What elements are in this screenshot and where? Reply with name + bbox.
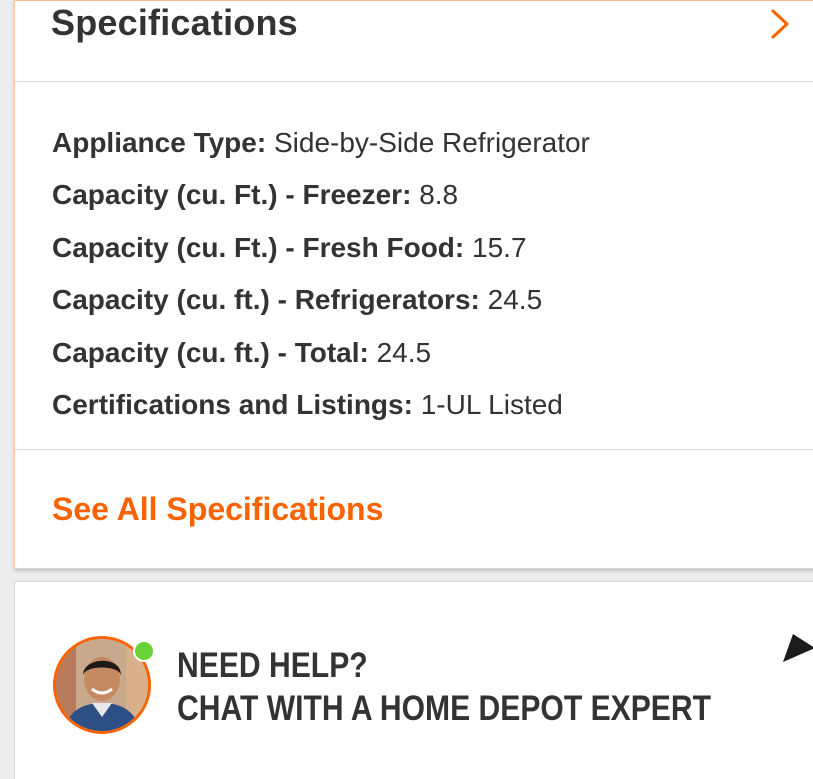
specifications-header[interactable]: Specifications [15,1,813,82]
help-subtitle: CHAT WITH A HOME DEPOT EXPERT [177,689,712,728]
spec-value: 24.5 [376,336,432,368]
specifications-title: Specifications [51,2,298,43]
spec-row-capacity-fresh-food: Capacity (cu. Ft.) - Fresh Food: 15.7 [52,227,590,279]
chat-help-card[interactable]: NEED HELP? CHAT WITH A HOME DEPOT EXPERT [14,581,813,779]
help-title: NEED HELP? [177,646,368,685]
spec-label: Appliance Type: [52,127,267,158]
spec-label: Capacity (cu. Ft.) - Freezer: [52,179,412,211]
arrow-icon [783,634,813,662]
spec-value: 24.5 [487,284,543,316]
chevron-right-icon[interactable] [767,7,793,41]
spec-row-certifications: Certifications and Listings: 1-UL Listed [52,384,590,436]
spec-value: 15.7 [472,231,527,263]
spec-row-capacity-refrigerators: Capacity (cu. ft.) - Refrigerators: 24.5 [52,279,590,331]
spec-value: 8.8 [419,179,459,211]
page: Specifications Appliance Type: Side-by-S… [0,0,813,779]
spec-label: Capacity (cu. ft.) - Total: [52,336,369,368]
spec-row-capacity-total: Capacity (cu. ft.) - Total: 24.5 [52,332,590,384]
spec-row-capacity-freezer: Capacity (cu. Ft.) - Freezer: 8.8 [52,174,590,226]
divider [15,449,813,450]
specifications-card: Specifications Appliance Type: Side-by-S… [14,0,813,569]
specifications-list: Appliance Type: Side-by-Side Refrigerato… [52,122,590,436]
online-status-icon [133,640,155,662]
spec-label: Capacity (cu. Ft.) - Fresh Food: [52,231,465,263]
spec-value: 1-UL Listed [420,388,563,420]
spec-label: Certifications and Listings: [52,388,413,420]
spec-row-appliance-type: Appliance Type: Side-by-Side Refrigerato… [52,122,590,174]
see-all-specifications-link[interactable]: See All Specifications [52,491,383,528]
spec-value: Side-by-Side Refrigerator [273,127,590,158]
spec-label: Capacity (cu. ft.) - Refrigerators: [52,284,480,316]
